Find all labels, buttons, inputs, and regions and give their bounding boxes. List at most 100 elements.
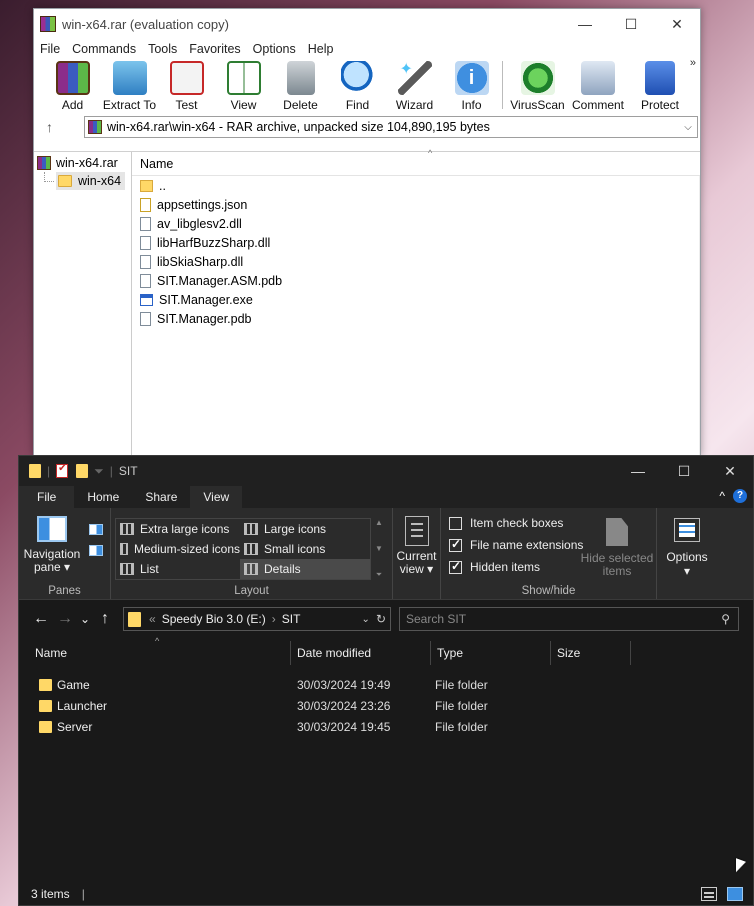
layout-details[interactable]: Details (240, 559, 370, 579)
breadcrumb-overflow[interactable]: « (149, 612, 156, 626)
breadcrumb-drive[interactable]: Speedy Bio 3.0 (E:) (162, 612, 266, 626)
breadcrumb-separator[interactable]: › (272, 612, 276, 626)
address-dropdown-icon[interactable]: ⌄ (362, 614, 370, 625)
list-item[interactable]: SIT.Manager.exe (132, 290, 700, 309)
tab-share[interactable]: Share (132, 486, 190, 508)
list-item[interactable]: libSkiaSharp.dll (132, 252, 700, 271)
table-row[interactable]: Server 30/03/2024 19:45 File folder (19, 716, 753, 737)
column-header-size[interactable]: Size (551, 641, 631, 665)
list-item[interactable]: appsettings.json (132, 195, 700, 214)
menu-help[interactable]: Help (306, 42, 340, 56)
ribbon: Navigation pane ▾ Panes Extra large icon… (19, 508, 753, 600)
close-button[interactable]: ✕ (654, 9, 700, 39)
protect-button[interactable]: Protect (630, 59, 690, 112)
list-item[interactable]: SIT.Manager.ASM.pdb (132, 271, 700, 290)
hide-selected-items-button[interactable]: Hide selected items (577, 518, 657, 578)
find-button[interactable]: Find (329, 59, 386, 112)
table-row[interactable]: Launcher 30/03/2024 23:26 File folder (19, 695, 753, 716)
maximize-button[interactable]: ☐ (661, 456, 707, 486)
layout-small-icons[interactable]: Small icons (240, 539, 370, 559)
help-icon[interactable]: ? (733, 489, 747, 503)
hidden-items-toggle[interactable]: Hidden items (449, 559, 583, 574)
quick-access-dropdown[interactable]: ⏷ (94, 464, 104, 479)
delete-button[interactable]: Delete (272, 59, 329, 112)
menu-commands[interactable]: Commands (70, 42, 142, 56)
view-button[interactable]: View (215, 59, 272, 112)
winrar-address-field[interactable]: win-x64.rar\win-x64 - RAR archive, unpac… (84, 116, 698, 138)
checkbox-checked[interactable] (449, 559, 462, 574)
table-row[interactable]: Game 30/03/2024 19:49 File folder (19, 674, 753, 695)
virus-scan-icon (520, 61, 555, 95)
extract-to-button-label: Extract To (102, 98, 157, 112)
preview-pane-icon[interactable] (89, 524, 103, 535)
layout-extra-large-icons[interactable]: Extra large icons (116, 519, 240, 539)
add-button[interactable]: Add (44, 59, 101, 112)
tab-view[interactable]: View (190, 486, 243, 508)
row-date: 30/03/2024 19:49 (297, 677, 391, 692)
minimize-button[interactable]: — (615, 456, 661, 486)
menu-file[interactable]: File (38, 42, 66, 56)
tab-file[interactable]: File (19, 486, 75, 508)
layout-medium-icons[interactable]: Medium-sized icons (116, 539, 240, 559)
breadcrumb-folder[interactable]: SIT (282, 612, 301, 626)
forward-button[interactable]: → (53, 610, 77, 628)
properties-icon[interactable] (56, 463, 69, 478)
list-item[interactable]: .. (132, 176, 700, 195)
scroll-down-icon[interactable]: ▼ (375, 544, 383, 553)
item-check-boxes-toggle[interactable]: Item check boxes (449, 516, 583, 530)
virusscan-button[interactable]: VirusScan (509, 59, 566, 112)
search-input[interactable]: Search SIT ⚲ (399, 607, 739, 631)
address-bar[interactable]: « Speedy Bio 3.0 (E:) › SIT ⌄ ↻ (123, 607, 391, 631)
info-button[interactable]: i Info (443, 59, 500, 112)
checkbox-label: Item check boxes (470, 516, 564, 530)
toolbar-more-button[interactable]: » (690, 57, 696, 69)
large-icons-view-icon[interactable] (727, 887, 743, 901)
minimize-button[interactable]: — (562, 9, 608, 39)
checkbox-unchecked[interactable] (449, 516, 462, 530)
new-folder-icon[interactable] (76, 464, 89, 478)
file-name: appsettings.json (157, 197, 248, 212)
details-view-icon[interactable] (701, 887, 717, 901)
list-item[interactable]: libHarfBuzzSharp.dll (132, 233, 700, 252)
winrar-title-bar[interactable]: win-x64.rar (evaluation copy) — ☐ ✕ (34, 9, 700, 39)
layout-list[interactable]: List (116, 559, 240, 579)
tab-home[interactable]: Home (74, 486, 132, 508)
more-layouts-icon[interactable]: ⏷ (376, 570, 382, 580)
up-button[interactable]: ↑ (93, 610, 117, 628)
menu-options[interactable]: Options (251, 42, 302, 56)
close-button[interactable]: ✕ (707, 456, 753, 486)
add-archive-icon (55, 61, 90, 95)
current-view-button[interactable]: Current view ▾ (393, 508, 440, 599)
refresh-icon[interactable]: ↻ (376, 612, 386, 626)
test-icon (169, 61, 204, 95)
maximize-button[interactable]: ☐ (608, 9, 654, 39)
comment-button[interactable]: Comment (566, 59, 630, 112)
list-item[interactable]: SIT.Manager.pdb (132, 309, 700, 328)
details-pane-icon[interactable] (89, 545, 103, 556)
pdb-file-icon (140, 273, 151, 288)
column-header-date-modified[interactable]: Date modified (291, 641, 431, 665)
column-header-name[interactable]: ^ Name (132, 148, 700, 176)
layout-large-icons[interactable]: Large icons (240, 519, 370, 539)
row-date: 30/03/2024 23:26 (297, 698, 391, 713)
collapse-ribbon-icon[interactable]: ^ (719, 489, 725, 503)
recent-locations-button[interactable]: ⌄ (77, 612, 93, 626)
test-button[interactable]: Test (158, 59, 215, 112)
chevron-down-icon[interactable]: ⌵ (679, 122, 697, 133)
menu-tools[interactable]: Tools (146, 42, 183, 56)
group-label: Panes (48, 585, 81, 597)
explorer-title-bar[interactable]: | ⏷ | SIT — ☐ ✕ (19, 456, 753, 486)
scroll-up-icon[interactable]: ▲ (375, 518, 383, 527)
checkbox-checked[interactable] (449, 537, 462, 552)
tree-item-root[interactable]: win-x64.rar (34, 154, 131, 172)
extract-to-button[interactable]: Extract To (101, 59, 158, 112)
wizard-button[interactable]: Wizard (386, 59, 443, 112)
list-item[interactable]: av_libglesv2.dll (132, 214, 700, 233)
file-name-extensions-toggle[interactable]: File name extensions (449, 537, 583, 552)
comment-icon (581, 61, 615, 95)
options-button[interactable]: Options ▾ (657, 508, 717, 599)
column-header-type[interactable]: Type (431, 641, 551, 665)
menu-favorites[interactable]: Favorites (187, 42, 246, 56)
up-folder-button[interactable]: ↑ (46, 119, 68, 135)
back-button[interactable]: ← (29, 610, 53, 628)
